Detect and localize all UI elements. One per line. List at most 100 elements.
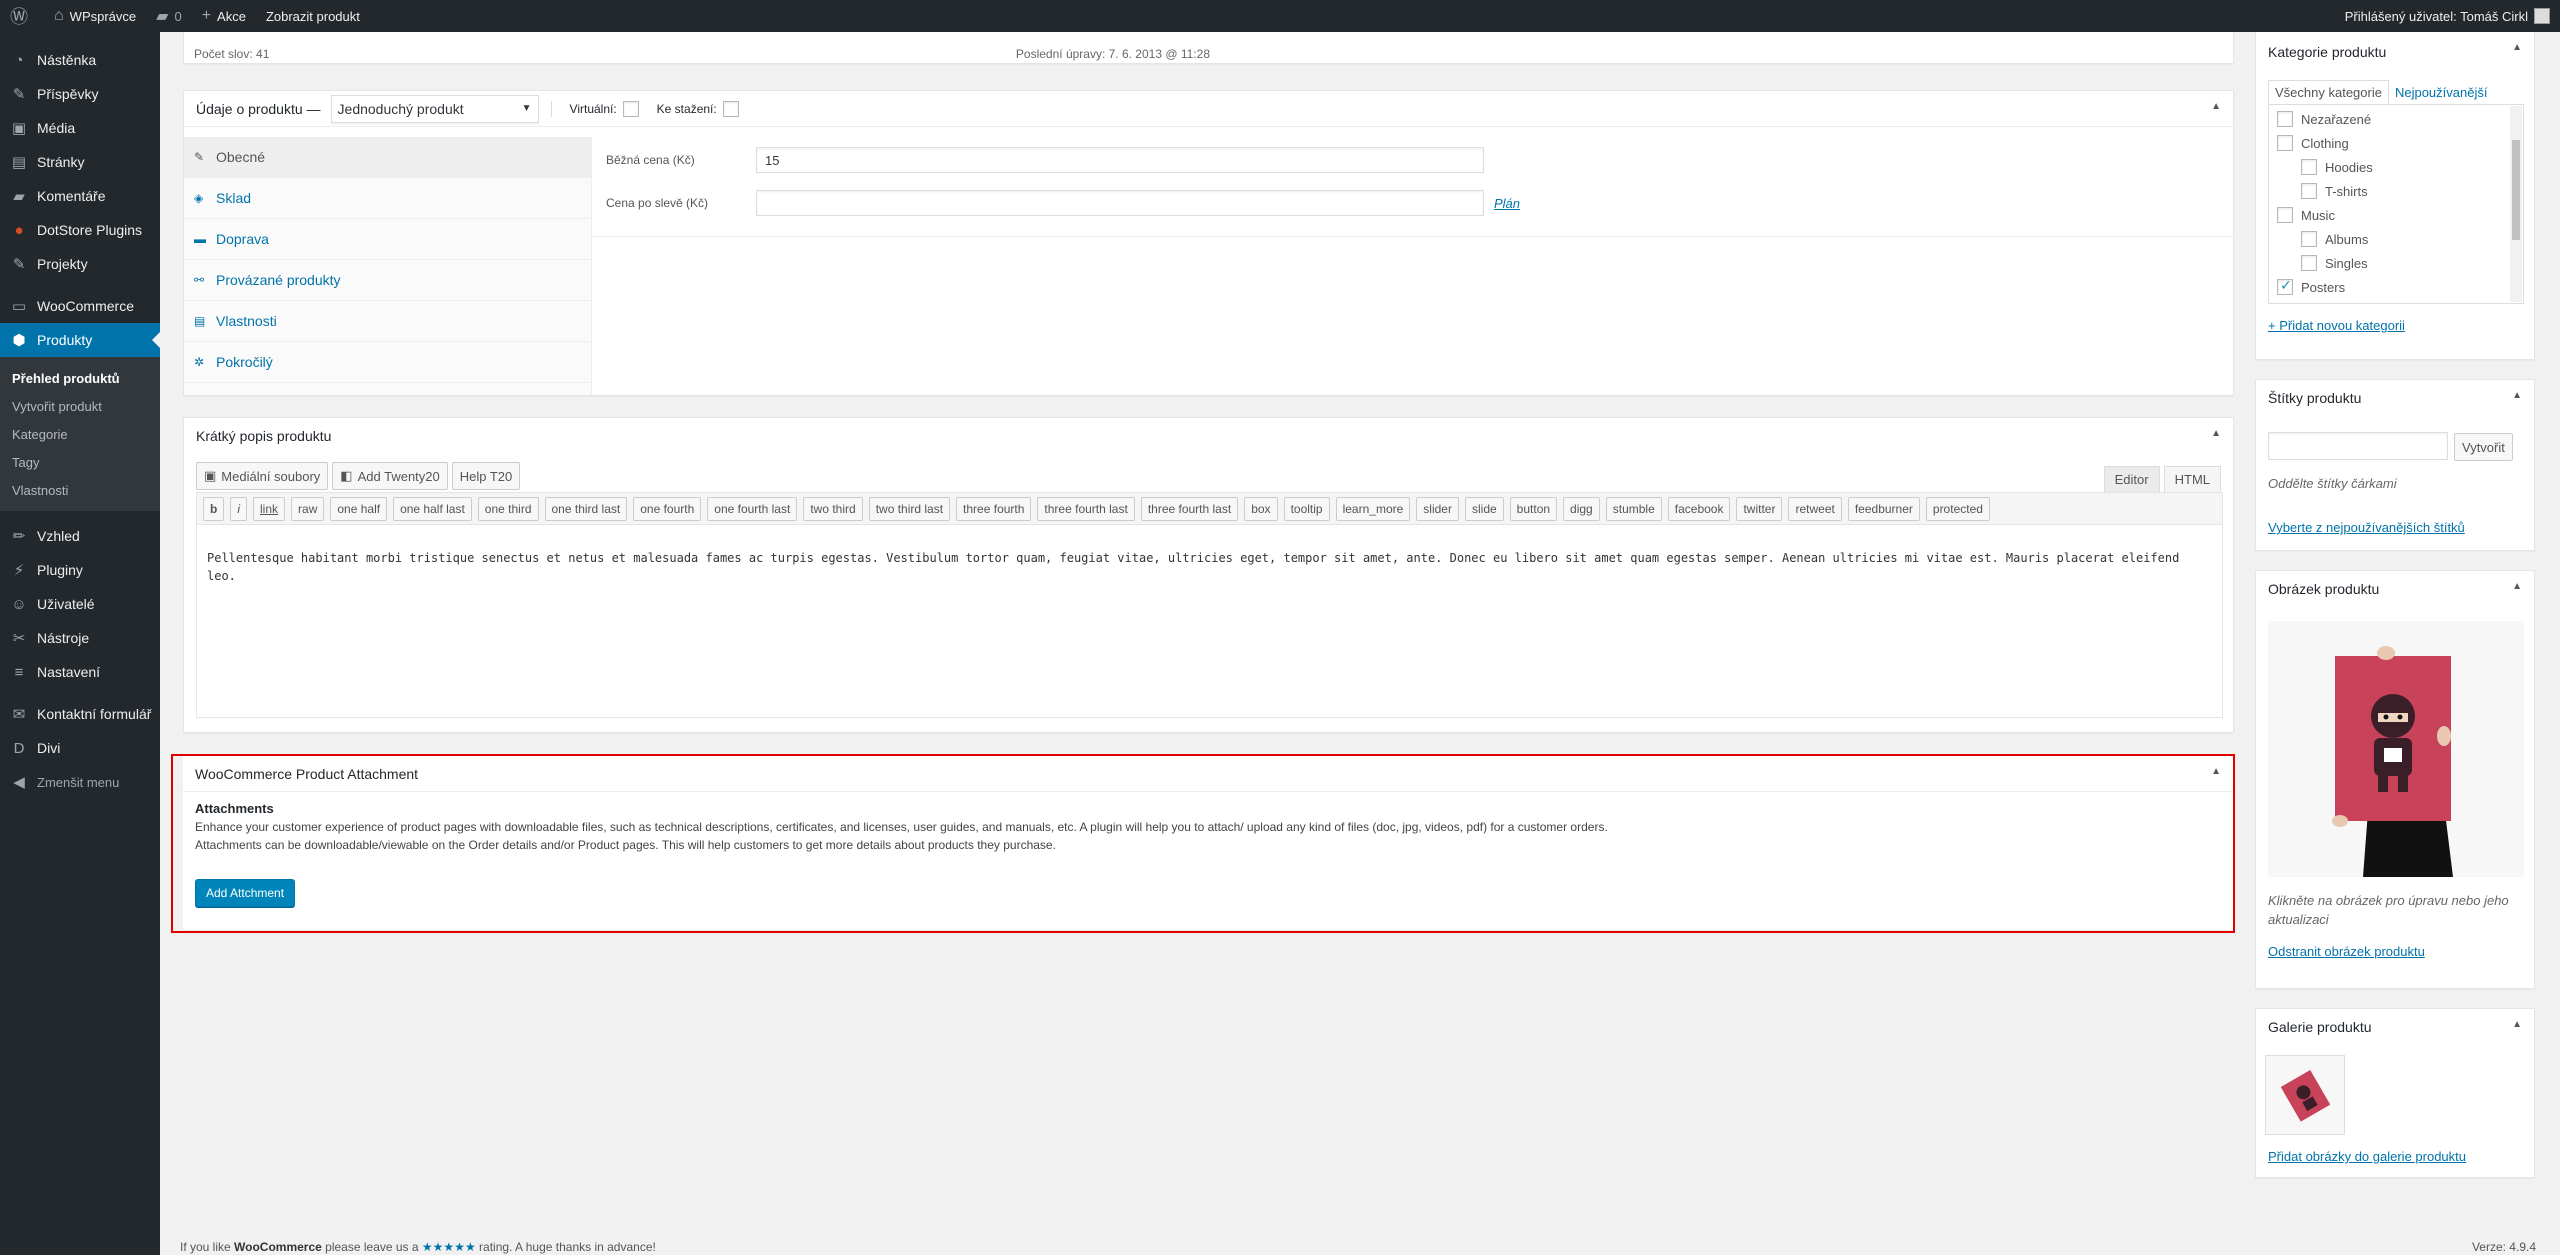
site-name-link[interactable]: ⌂ WPsprávce [44, 0, 146, 32]
category-checkbox[interactable] [2277, 207, 2293, 223]
quicktag-stumble[interactable]: stumble [1605, 496, 1662, 521]
rating-stars-link[interactable]: ★★★★★ [422, 1240, 476, 1254]
tab-popular-categories[interactable]: Nejpoužívanější [2389, 81, 2494, 104]
quicktag-one-third-last[interactable]: one third last [544, 496, 628, 521]
toggle-panel-icon[interactable]: ▲ [2512, 1019, 2522, 1030]
tab-all-categories[interactable]: Všechny kategorie [2268, 80, 2389, 104]
tab-doprava[interactable]: ▬ Doprava [184, 219, 591, 260]
account-menu[interactable]: Přihlášený uživatel: Tomáš Cirkl [2345, 0, 2550, 32]
sidebar-item-stranky[interactable]: ▤ Stránky [0, 145, 160, 179]
quicktag-facebook[interactable]: facebook [1667, 496, 1731, 521]
category-item-nezarazene[interactable]: Nezařazené [2277, 107, 2515, 131]
quicktag-learn-more[interactable]: learn_more [1335, 496, 1411, 521]
collapse-menu-button[interactable]: ◀ Zmenšit menu [0, 765, 160, 799]
submenu-item-kategorie[interactable]: Kategorie [0, 420, 160, 448]
short-description-textarea[interactable]: Pellentesque habitant morbi tristique se… [196, 524, 2223, 718]
sidebar-item-nastenka[interactable]: ◔ Nástěnka [0, 43, 160, 77]
sidebar-item-produkty[interactable]: ⬢ Produkty [0, 323, 160, 357]
quicktag-three-fourth[interactable]: three fourth [956, 496, 1032, 521]
virtual-checkbox[interactable] [622, 100, 639, 117]
quicktag-two-third[interactable]: two third [803, 496, 863, 521]
category-item-albums[interactable]: Albums [2277, 227, 2515, 251]
add-gallery-images-link[interactable]: Přidat obrázky do galerie produktu [2268, 1149, 2466, 1164]
quicktag-one-half[interactable]: one half [330, 496, 388, 521]
tab-html[interactable]: HTML [2163, 466, 2221, 492]
tab-editor[interactable]: Editor [2103, 466, 2160, 492]
quicktag-slide[interactable]: slide [1464, 496, 1504, 521]
category-checkbox[interactable] [2301, 159, 2317, 175]
toggle-panel-icon[interactable]: ▲ [2512, 390, 2522, 401]
sidebar-item-woocommerce[interactable]: ▭ WooCommerce [0, 289, 160, 323]
quicktag-slider[interactable]: slider [1416, 496, 1459, 521]
categories-checklist[interactable]: Nezařazené Clothing Hoodies T-shirts Music Al… [2268, 104, 2524, 304]
new-content-link[interactable]: + Akce [192, 0, 256, 32]
quicktag-digg[interactable]: digg [1563, 496, 1600, 521]
category-checkbox[interactable] [2277, 135, 2293, 151]
quicktag-link[interactable]: link [253, 496, 286, 521]
product-type-select[interactable]: Jednoduchý produkt ▼ [330, 94, 539, 123]
sidebar-item-nastaveni[interactable]: ≡ Nastavení [0, 655, 160, 689]
new-tag-input[interactable] [2268, 432, 2448, 460]
category-item-posters[interactable]: Posters [2277, 275, 2515, 299]
quicktag-feedburner[interactable]: feedburner [1847, 496, 1920, 521]
toggle-panel-icon[interactable]: ▲ [2512, 581, 2522, 592]
category-checkbox[interactable] [2301, 255, 2317, 271]
choose-tags-link[interactable]: Vyberte z nejpoužívanějších štítků [2268, 520, 2465, 535]
category-item-singles[interactable]: Singles [2277, 251, 2515, 275]
downloadable-checkbox[interactable] [722, 100, 739, 117]
submenu-item-vytvorit-produkt[interactable]: Vytvořit produkt [0, 392, 160, 420]
sidebar-item-dotstore-plugins[interactable]: ● DotStore Plugins [0, 213, 160, 247]
sidebar-item-nastroje[interactable]: ✂ Nástroje [0, 621, 160, 655]
submenu-item-tagy[interactable]: Tagy [0, 448, 160, 476]
tab-vlastnosti[interactable]: ▤ Vlastnosti [184, 301, 591, 342]
quicktag-box[interactable]: box [1244, 496, 1278, 521]
product-image[interactable] [2268, 621, 2524, 877]
category-item-hoodies[interactable]: Hoodies [2277, 155, 2515, 179]
add-tag-button[interactable]: Vytvořit [2454, 433, 2513, 461]
scrollbar[interactable] [2510, 106, 2522, 302]
quicktag-i[interactable]: i [230, 496, 248, 521]
category-checkbox[interactable] [2301, 231, 2317, 247]
quicktag-three-fourth-last[interactable]: three fourth last [1140, 496, 1239, 521]
category-checkbox[interactable] [2277, 111, 2293, 127]
sidebar-item-kontaktni-formular[interactable]: ✉ Kontaktní formulář [0, 697, 160, 731]
toggle-panel-icon[interactable]: ▲ [2211, 101, 2221, 112]
sidebar-item-media[interactable]: ▣ Média [0, 111, 160, 145]
quicktag-two-third-last[interactable]: two third last [868, 496, 951, 521]
quicktag-protected[interactable]: protected [1925, 496, 1990, 521]
toggle-panel-icon[interactable]: ▲ [2512, 42, 2522, 53]
quicktag-one-fourth[interactable]: one fourth [633, 496, 702, 521]
tab-sklad[interactable]: ◈ Sklad [184, 178, 591, 219]
sidebar-item-pluginy[interactable]: ⚡ Pluginy [0, 553, 160, 587]
toggle-panel-icon[interactable]: ▲ [2211, 428, 2221, 439]
sidebar-item-vzhled[interactable]: ✏ Vzhled [0, 519, 160, 553]
submenu-item-prehled-produktu[interactable]: Přehled produktů [0, 364, 160, 392]
toggle-panel-icon[interactable]: ▲ [2211, 766, 2221, 777]
sale-price-input[interactable] [756, 190, 1484, 216]
quicktag-one-third[interactable]: one third [477, 496, 539, 521]
category-checkbox[interactable] [2301, 183, 2317, 199]
tab-provazane-produkty[interactable]: ⚯ Provázané produkty [184, 260, 591, 301]
help-twenty20-button[interactable]: Help T20 [451, 462, 521, 490]
quicktag-tooltip[interactable]: tooltip [1283, 496, 1330, 521]
add-twenty20-button[interactable]: ◧ Add Twenty20 [332, 462, 448, 490]
category-item-clothing[interactable]: Clothing [2277, 131, 2515, 155]
tab-obecne[interactable]: ✎ Obecné [184, 137, 591, 178]
quicktag-button[interactable]: button [1509, 496, 1558, 521]
quicktag-one-fourth-last[interactable]: one fourth last [707, 496, 798, 521]
comments-link[interactable]: ▰ 0 [146, 0, 192, 32]
add-new-category-link[interactable]: + Přidat novou kategorii [2268, 318, 2405, 333]
quicktag-twitter[interactable]: twitter [1736, 496, 1783, 521]
quicktag-raw[interactable]: raw [291, 496, 325, 521]
regular-price-input[interactable] [756, 147, 1484, 173]
sidebar-item-prispevky[interactable]: ✎ Příspěvky [0, 77, 160, 111]
sidebar-item-divi[interactable]: D Divi [0, 731, 160, 765]
category-item-t-shirts[interactable]: T-shirts [2277, 179, 2515, 203]
schedule-link[interactable]: Plán [1494, 196, 1520, 211]
wp-logo[interactable]: Ⓦ [0, 0, 44, 32]
quicktag-one-half-last[interactable]: one half last [393, 496, 472, 521]
tab-pokrocily[interactable]: ✲ Pokročilý [184, 342, 591, 383]
submenu-item-vlastnosti[interactable]: Vlastnosti [0, 476, 160, 504]
quicktag-b[interactable]: b [203, 496, 225, 521]
quicktag-three-fourth-last[interactable]: three fourth last [1037, 496, 1135, 521]
